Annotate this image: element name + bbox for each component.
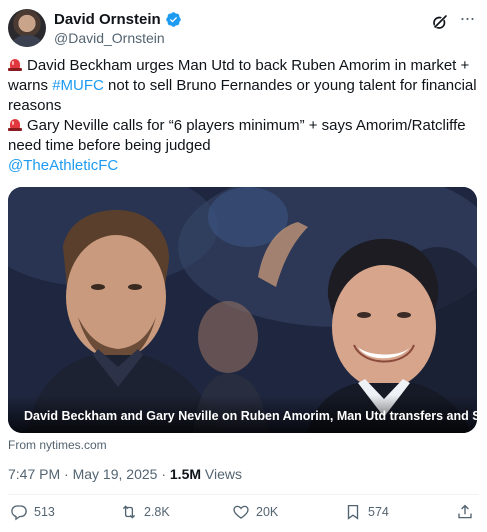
meta-separator: ·	[157, 466, 170, 482]
tweet-date[interactable]: May 19, 2025	[73, 466, 158, 482]
author-name[interactable]: David Ornstein	[54, 11, 161, 28]
tweet-line-text: David Beckham urges Man Utd to back Rube…	[27, 57, 470, 74]
author-name-line: David Ornstein	[54, 11, 182, 28]
link-card-title: David Beckham and Gary Neville on Ruben …	[24, 409, 477, 423]
police-light-emoji	[8, 57, 22, 71]
tweet-line: Gary Neville calls for “6 players minimu…	[8, 116, 480, 136]
like-count: 20K	[256, 505, 279, 519]
reply-icon	[11, 505, 27, 521]
police-light-emoji	[8, 117, 22, 131]
caption-overlay: David Beckham and Gary Neville on Ruben …	[8, 395, 477, 433]
share-icon	[458, 504, 472, 519]
reply-button[interactable]: 513	[10, 503, 55, 521]
author-handle[interactable]: @David_Ornstein	[54, 30, 165, 46]
like-button[interactable]: 20K	[232, 503, 278, 521]
hashtag-link[interactable]: #MUFC	[52, 77, 104, 94]
tweet-line: David Beckham urges Man Utd to back Rube…	[8, 56, 480, 76]
share-button[interactable]	[456, 503, 474, 521]
bookmark-icon	[347, 504, 359, 520]
link-card-image[interactable]: David Beckham and Gary Neville on Ruben …	[8, 187, 477, 433]
repost-button[interactable]: 2.8K	[120, 503, 170, 521]
tweet-line: need time before being judged	[8, 136, 480, 156]
tweet-line-text: warns	[8, 77, 53, 94]
more-icon[interactable]: ···	[457, 9, 477, 31]
meta-separator: ·	[60, 466, 73, 482]
tweet-meta: 7:47 PM · May 19, 2025 · 1.5M Views	[8, 466, 242, 482]
bookmark-button[interactable]: 574	[344, 503, 389, 521]
avatar[interactable]	[8, 9, 46, 47]
tweet-text: David Beckham urges Man Utd to back Rube…	[8, 56, 480, 176]
divider	[8, 494, 479, 495]
verified-badge-icon	[165, 12, 181, 27]
reply-count: 513	[34, 505, 55, 519]
bookmark-count: 574	[368, 505, 389, 519]
tweet-line: reasons	[8, 96, 480, 116]
grok-icon[interactable]	[431, 13, 449, 31]
link-source[interactable]: From nytimes.com	[8, 438, 107, 452]
views-label: Views	[201, 466, 242, 482]
views-count: 1.5M	[169, 466, 202, 482]
repost-count: 2.8K	[144, 505, 170, 519]
heart-icon	[233, 505, 249, 519]
tweet-line-text: need time before being judged	[8, 137, 211, 154]
tweet-time[interactable]: 7:47 PM	[8, 466, 60, 482]
tweet-line-text: reasons	[8, 97, 62, 114]
tweet-line-text: not to sell Bruno Fernandes or young tal…	[103, 77, 477, 94]
tweet-line: @TheAthleticFC	[8, 156, 480, 176]
tweet-line: warns #MUFC not to sell Bruno Fernandes …	[8, 76, 480, 96]
tweet-line-text: Gary Neville calls for “6 players minimu…	[27, 117, 466, 134]
action-bar: 513 2.8K 20K 574	[8, 503, 479, 529]
tweet-header: David Ornstein @David_Ornstein ···	[8, 9, 479, 49]
mention-link[interactable]: @TheAthleticFC	[8, 157, 118, 174]
repost-icon	[122, 505, 136, 519]
